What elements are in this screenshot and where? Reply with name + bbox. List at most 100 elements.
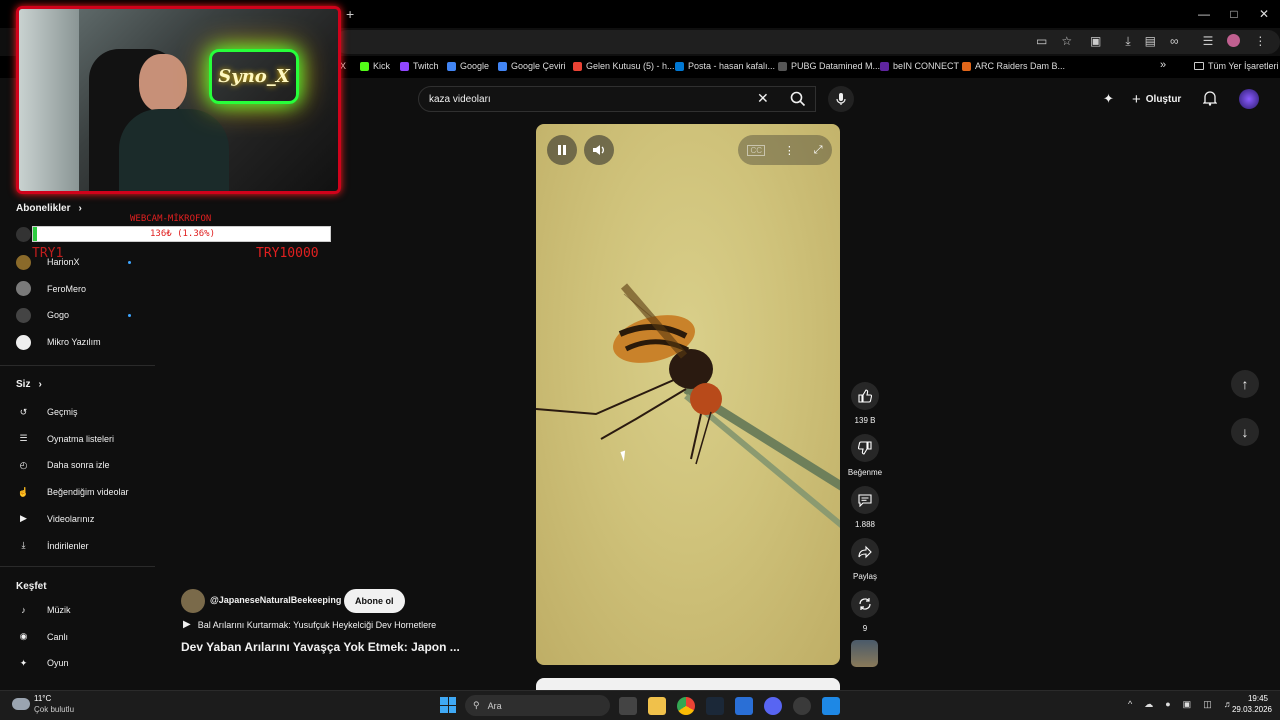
sidebar-item-subscription[interactable]: Gogo: [16, 305, 146, 325]
browser-toolbar: ▭ ☆: [1036, 34, 1072, 48]
steam-icon[interactable]: [706, 697, 724, 715]
share-button[interactable]: [851, 538, 879, 566]
obs-icon[interactable]: [793, 697, 811, 715]
channel-avatar[interactable]: [181, 589, 205, 613]
more-options-icon[interactable]: ⋮: [784, 144, 795, 157]
file-explorer-icon[interactable]: [648, 697, 666, 715]
more-bookmarks-button[interactable]: »: [1160, 59, 1166, 71]
create-label: Oluştur: [1145, 94, 1182, 105]
captions-icon[interactable]: CC: [747, 144, 765, 156]
close-window-button[interactable]: ✕: [1242, 0, 1280, 28]
notifications-button[interactable]: [1202, 90, 1218, 111]
media-icon[interactable]: ☰: [1203, 34, 1214, 49]
sidebar-item[interactable]: ◴ Daha sonra izle: [16, 455, 146, 475]
bookmark-item[interactable]: PUBG Datamined M...: [778, 61, 880, 71]
sidebar-item-label: Canlı: [47, 631, 69, 642]
cloud-icon: [12, 698, 30, 710]
account-avatar[interactable]: [1239, 89, 1259, 109]
next-short-button[interactable]: ↓: [1231, 418, 1259, 446]
sidebar-item-subscription[interactable]: Mikro Yazılım: [16, 332, 146, 352]
you-heading[interactable]: Siz ›: [16, 379, 42, 390]
new-tab-button[interactable]: +: [346, 6, 354, 22]
short-title[interactable]: Dev Yaban Arılarını Yavaşça Yok Etmek: J…: [181, 640, 460, 654]
bookmark-item[interactable]: beIN CONNECT: [880, 61, 959, 71]
translate-icon[interactable]: ▤: [1145, 34, 1156, 49]
profile-avatar[interactable]: [1227, 34, 1241, 47]
sparkle-icon[interactable]: ✦: [1103, 91, 1114, 107]
windows-start-icon[interactable]: [440, 697, 456, 713]
previous-short-button[interactable]: ↑: [1231, 370, 1259, 398]
volume-button[interactable]: [584, 135, 614, 165]
next-short-preview[interactable]: [536, 678, 840, 690]
bookmark-item[interactable]: ARC Raiders Dam B...: [962, 61, 1065, 71]
sidebar-item[interactable]: ◉ Canlı: [16, 627, 146, 647]
fullscreen-icon[interactable]: ⤢: [814, 144, 823, 157]
bookmark-label: ARC Raiders Dam B...: [975, 61, 1066, 71]
chevron-right-icon: ›: [78, 203, 82, 214]
network-icon[interactable]: ◫: [1203, 699, 1212, 710]
donation-title: WEBCAM-MİKROFON: [130, 214, 212, 224]
taskbar-search-input[interactable]: ⚲ Ara: [465, 695, 610, 716]
audio-thumbnail[interactable]: [851, 640, 878, 667]
sidebar-item[interactable]: ♪ Müzik: [16, 600, 146, 620]
subscriptions-heading-label: Abonelikler: [16, 203, 71, 214]
sidebar-item[interactable]: ✦ Oyun: [16, 653, 146, 673]
remix-button[interactable]: [851, 590, 879, 618]
onedrive-icon[interactable]: ☁: [1144, 699, 1153, 710]
sidebar-item-subscription[interactable]: FeroMero: [16, 279, 146, 299]
bookmark-item[interactable]: Google Çeviri: [498, 61, 566, 71]
sidebar-item-label: Daha sonra izle: [47, 460, 110, 471]
link-icon[interactable]: ∞: [1170, 34, 1179, 49]
all-bookmarks-button[interactable]: Tüm Yer İşaretleri: [1194, 61, 1279, 71]
clock-time[interactable]: 19:45: [1220, 694, 1268, 703]
bookmark-item[interactable]: Posta - hasan kafalı...: [675, 61, 775, 71]
display-icon[interactable]: ▣: [1183, 699, 1192, 710]
weather-temp[interactable]: 11°C: [34, 694, 51, 703]
sidebar-item[interactable]: ⤓ İndirilenler: [16, 536, 146, 556]
microphone-icon[interactable]: ●: [1165, 699, 1170, 710]
task-view-icon[interactable]: [619, 697, 637, 715]
sidebar-item[interactable]: ▶ Videolarınız: [16, 509, 146, 529]
download-icon[interactable]: ⤓: [1125, 34, 1130, 49]
cast-icon[interactable]: ▭: [1036, 34, 1047, 48]
menu-icon[interactable]: ⋮: [1254, 34, 1266, 49]
voice-search-button[interactable]: [828, 86, 854, 112]
search-icon: ⚲: [473, 700, 480, 710]
subscriptions-heading[interactable]: Abonelikler ›: [16, 203, 82, 214]
playlist-link[interactable]: ▶ Bal Arılarını Kurtarmak: Yusufçuk Heyke…: [183, 619, 436, 630]
short-video-player[interactable]: CC ⋮ ⤢: [536, 124, 840, 665]
dislike-button[interactable]: [851, 434, 879, 462]
bookmark-item[interactable]: Gelen Kutusu (5) - h...: [573, 61, 675, 71]
bookmark-item[interactable]: Twitch: [400, 61, 439, 71]
comments-button[interactable]: [851, 486, 879, 514]
search-button[interactable]: [780, 86, 816, 112]
bookmark-label: Twitch: [413, 61, 439, 71]
discord-icon[interactable]: [764, 697, 782, 715]
chevron-up-icon[interactable]: ^: [1128, 699, 1132, 710]
sidebar-item[interactable]: ☝ Beğendiğim videolar: [16, 482, 146, 502]
star-icon[interactable]: ☆: [1061, 34, 1072, 48]
avatar: [16, 226, 31, 242]
like-button[interactable]: [851, 382, 879, 410]
pause-icon: [558, 145, 566, 155]
chevron-right-icon: ›: [38, 379, 42, 390]
search-input-value: kaza videoları: [429, 94, 491, 105]
weather-desc[interactable]: Çok bulutlu: [34, 705, 74, 714]
sidebar-item-label: Oynatma listeleri: [47, 433, 115, 444]
subscribe-button[interactable]: Abone ol: [344, 589, 405, 613]
sidebar-item-label: İndirilenler: [47, 540, 89, 551]
create-button[interactable]: + Oluştur: [1132, 91, 1181, 108]
sidebar-item[interactable]: ↺ Geçmiş: [16, 402, 146, 422]
app-icon[interactable]: [822, 697, 840, 715]
clock-date[interactable]: 29.03.2026: [1220, 705, 1272, 714]
sidebar-item[interactable]: ☰ Oynatma listeleri: [16, 429, 146, 449]
chrome-icon[interactable]: [677, 697, 695, 715]
search-icon: [790, 91, 806, 107]
app-icon[interactable]: [735, 697, 753, 715]
extensions-icon[interactable]: ▣: [1090, 34, 1101, 49]
channel-name[interactable]: @JapaneseNaturalBeekeeping: [210, 595, 341, 605]
bookmark-item[interactable]: Kick: [360, 61, 390, 71]
bookmark-item[interactable]: Google: [447, 61, 489, 71]
pause-button[interactable]: [547, 135, 577, 165]
clear-search-icon[interactable]: ✕: [757, 90, 769, 107]
